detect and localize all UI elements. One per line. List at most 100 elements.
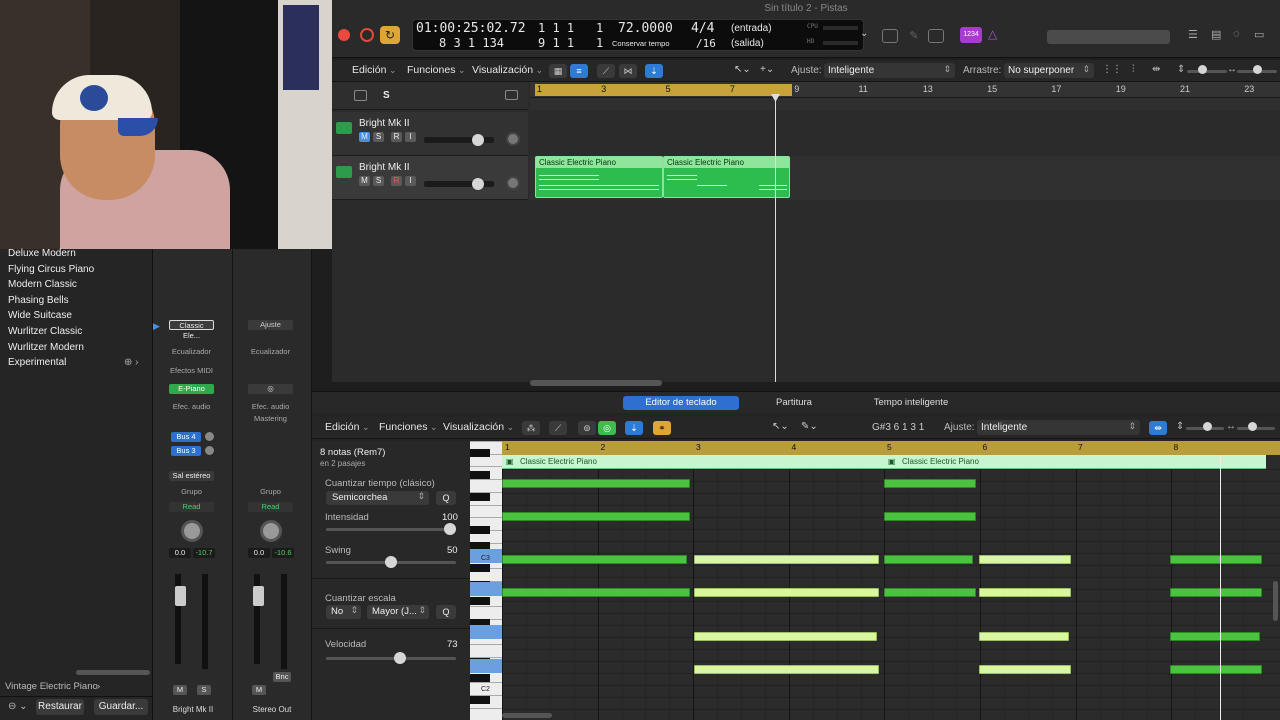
pan-knob[interactable] bbox=[260, 520, 282, 542]
hzoom-arrows-icon[interactable]: ↔ bbox=[1227, 64, 1237, 75]
solo-button[interactable]: S bbox=[373, 176, 384, 186]
menu-functions[interactable]: Funciones bbox=[407, 64, 466, 76]
midi-fx-slot[interactable]: Efectos MIDI bbox=[169, 366, 214, 376]
timeline-ruler[interactable]: 1 3 5 7 9 11 13 15 17 19 21 23 bbox=[530, 82, 1280, 98]
output-slot[interactable]: Sal estéreo bbox=[169, 471, 214, 481]
midi-note[interactable] bbox=[1170, 632, 1260, 641]
highlighted-key[interactable] bbox=[470, 582, 502, 596]
warning-icon[interactable]: △ bbox=[988, 27, 997, 41]
pan-knob[interactable] bbox=[181, 520, 203, 542]
fit-icon[interactable]: ⇹ bbox=[1149, 421, 1167, 435]
black-key[interactable] bbox=[470, 526, 490, 534]
send-knob[interactable] bbox=[205, 432, 214, 441]
scale-mode-select[interactable]: Mayor (J... ⇕ bbox=[367, 605, 429, 619]
editor-ruler[interactable]: 1 2 3 4 5 6 7 8 bbox=[502, 441, 1280, 455]
duplicate-track-icon[interactable] bbox=[354, 90, 367, 101]
pan-knob[interactable] bbox=[506, 132, 520, 146]
snap-select[interactable]: Inteligente ⇕ bbox=[824, 63, 955, 78]
scale-q-button[interactable]: Q bbox=[436, 605, 456, 619]
track-name[interactable]: Bright Mk II bbox=[359, 162, 410, 173]
link-icon[interactable]: ◎ bbox=[248, 384, 293, 394]
tab-smart-tempo[interactable]: Tempo inteligente bbox=[852, 396, 970, 410]
vzoom-arrows-icon[interactable]: ⇕ bbox=[1176, 421, 1184, 432]
cycle-range[interactable] bbox=[535, 84, 792, 96]
midi-note[interactable] bbox=[884, 479, 976, 488]
mute-button[interactable]: M bbox=[173, 685, 187, 695]
black-key[interactable] bbox=[470, 564, 490, 572]
catch-icon[interactable]: ⇣ bbox=[625, 421, 643, 435]
pan-knob[interactable] bbox=[506, 176, 520, 190]
midi-region[interactable]: Classic Electric Piano bbox=[663, 156, 790, 198]
horizontal-zoom-knob[interactable] bbox=[1248, 422, 1257, 431]
note-grid[interactable]: ▣ Classic Electric Piano ▣ Classic Elect… bbox=[502, 455, 1280, 720]
menu-edit[interactable]: Edición bbox=[325, 421, 370, 433]
black-key[interactable] bbox=[470, 597, 490, 605]
vertical-zoom-knob[interactable] bbox=[1198, 65, 1207, 74]
vertical-zoom-icon[interactable]: ⫶ bbox=[1132, 64, 1135, 75]
highlighted-key[interactable] bbox=[470, 625, 502, 639]
save-button[interactable]: Guardar... bbox=[94, 699, 148, 715]
volume-fader-knob[interactable] bbox=[472, 134, 484, 146]
black-key[interactable] bbox=[470, 449, 490, 457]
mute-button[interactable]: M bbox=[252, 685, 266, 695]
tab-piano-roll[interactable]: Editor de teclado bbox=[623, 396, 739, 410]
lcd-timesig[interactable]: 4/4 bbox=[691, 21, 714, 36]
vertical-scrollbar[interactable] bbox=[1273, 581, 1278, 621]
library-item[interactable]: Deluxe Modern bbox=[8, 248, 76, 259]
volume-fader-knob[interactable] bbox=[472, 178, 484, 190]
vzoom-arrows-icon[interactable]: ⇕ bbox=[1177, 64, 1185, 75]
horizontal-zoom-knob[interactable] bbox=[1253, 65, 1262, 74]
horizontal-scrollbar[interactable] bbox=[530, 380, 662, 386]
midi-note[interactable] bbox=[694, 632, 877, 641]
pointer-tool-icon[interactable]: ↖⌄ bbox=[772, 421, 789, 432]
instrument-slot[interactable]: E-Piano bbox=[169, 384, 214, 394]
midi-note[interactable] bbox=[979, 632, 1069, 641]
highlighted-key[interactable] bbox=[470, 659, 502, 673]
library-item[interactable]: Modern Classic bbox=[8, 279, 77, 290]
grid-view-icon[interactable]: ▦ bbox=[549, 64, 567, 78]
notepad-icon[interactable]: ▤ bbox=[1211, 28, 1221, 41]
lcd-chevron-icon[interactable]: ⌄ bbox=[860, 28, 868, 39]
solo-button[interactable]: S bbox=[197, 685, 211, 695]
library-item[interactable]: Experimental bbox=[8, 357, 66, 368]
automation-icon[interactable]: ⟋ bbox=[597, 64, 615, 78]
fit-icon[interactable]: ⇹ bbox=[1152, 64, 1160, 75]
loops-icon[interactable]: ◌ bbox=[1233, 28, 1240, 40]
library-item[interactable]: Phasing Bells bbox=[8, 295, 69, 306]
midi-note[interactable] bbox=[884, 555, 973, 564]
track-name[interactable]: Bright Mk II bbox=[359, 118, 410, 129]
midi-note[interactable] bbox=[502, 555, 687, 564]
mastering-slot[interactable]: Mastering bbox=[248, 414, 293, 424]
library-item[interactable]: Wurlitzer Classic bbox=[8, 326, 82, 337]
midi-region[interactable]: Classic Electric Piano bbox=[535, 156, 663, 198]
snap-select[interactable]: Inteligente ⇕ bbox=[977, 420, 1140, 435]
midi-out-icon[interactable]: ⊚ bbox=[578, 421, 596, 435]
library-item[interactable]: Wurlitzer Modern bbox=[8, 342, 84, 353]
swing-knob[interactable] bbox=[385, 556, 397, 568]
global-s-button[interactable]: S bbox=[383, 90, 390, 101]
automation-mode[interactable]: Read bbox=[248, 502, 293, 512]
restore-button[interactable]: Restaurar bbox=[36, 699, 84, 715]
midi-note[interactable] bbox=[884, 588, 976, 597]
list-icon[interactable] bbox=[928, 29, 944, 43]
automation-mode[interactable]: Read bbox=[169, 502, 214, 512]
mute-button[interactable]: M bbox=[359, 176, 370, 186]
menu-edit[interactable]: Edición bbox=[352, 64, 397, 76]
vertical-zoom-slider[interactable] bbox=[1187, 70, 1227, 73]
midi-note[interactable] bbox=[502, 479, 690, 488]
cycle-icon[interactable]: ↻ bbox=[380, 26, 400, 44]
midi-note[interactable] bbox=[694, 588, 879, 597]
list-editors-icon[interactable]: ☰ bbox=[1188, 28, 1198, 41]
eq-slot[interactable]: Ecualizador bbox=[169, 347, 214, 357]
menu-view[interactable]: Visualización bbox=[472, 64, 543, 76]
region-header[interactable]: ▣ Classic Electric Piano bbox=[502, 455, 884, 469]
black-key[interactable] bbox=[470, 493, 490, 501]
pointer-tool-icon[interactable]: ↖⌄ bbox=[734, 64, 751, 75]
vertical-zoom-knob[interactable] bbox=[1203, 422, 1212, 431]
midi-note[interactable] bbox=[884, 512, 976, 521]
mute-button[interactable]: M bbox=[359, 132, 370, 142]
input-monitor-button[interactable]: I bbox=[405, 176, 416, 186]
hzoom-arrows-icon[interactable]: ↔ bbox=[1226, 421, 1236, 432]
tuner-icon[interactable] bbox=[882, 29, 898, 43]
flex-icon[interactable]: ⋈ bbox=[619, 64, 637, 78]
